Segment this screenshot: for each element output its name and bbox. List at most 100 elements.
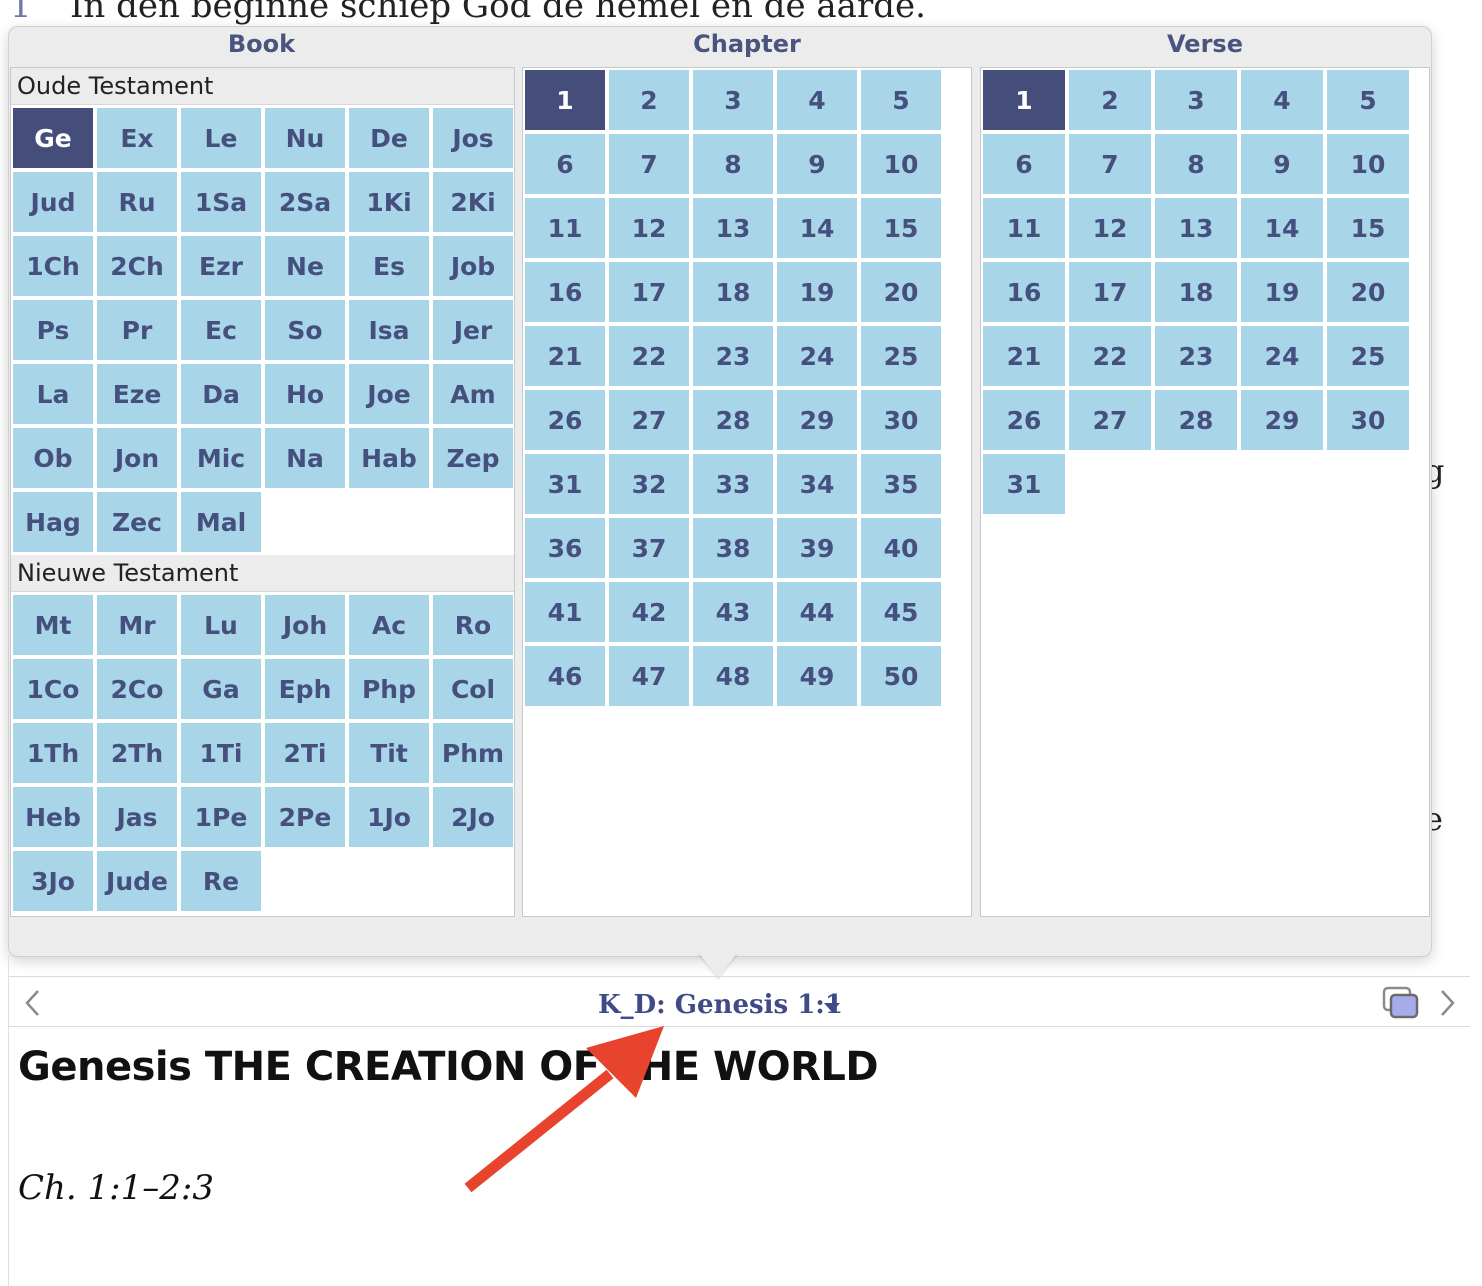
- book-1jo[interactable]: 1Jo: [349, 787, 429, 847]
- book-joh[interactable]: Joh: [265, 595, 345, 655]
- chapter-40[interactable]: 40: [861, 518, 941, 578]
- book-es[interactable]: Es: [349, 236, 429, 296]
- chapter-41[interactable]: 41: [525, 582, 605, 642]
- book-job[interactable]: Job: [433, 236, 513, 296]
- chapter-34[interactable]: 34: [777, 454, 857, 514]
- book-mal[interactable]: Mal: [181, 492, 261, 552]
- chapter-1[interactable]: 1: [525, 70, 605, 130]
- chapter-7[interactable]: 7: [609, 134, 689, 194]
- verse-6[interactable]: 6: [983, 134, 1065, 194]
- book-ps[interactable]: Ps: [13, 300, 93, 360]
- chapter-11[interactable]: 11: [525, 198, 605, 258]
- book-ex[interactable]: Ex: [97, 108, 177, 168]
- book-ge[interactable]: Ge: [13, 108, 93, 168]
- book-col[interactable]: Col: [433, 659, 513, 719]
- book-zec[interactable]: Zec: [97, 492, 177, 552]
- chapter-31[interactable]: 31: [525, 454, 605, 514]
- book-zep[interactable]: Zep: [433, 428, 513, 488]
- book-2co[interactable]: 2Co: [97, 659, 177, 719]
- chapter-37[interactable]: 37: [609, 518, 689, 578]
- chapter-45[interactable]: 45: [861, 582, 941, 642]
- chevron-down-icon[interactable]: [824, 1003, 840, 1012]
- book-le[interactable]: Le: [181, 108, 261, 168]
- verse-16[interactable]: 16: [983, 262, 1065, 322]
- chapter-9[interactable]: 9: [777, 134, 857, 194]
- chapter-21[interactable]: 21: [525, 326, 605, 386]
- book-hab[interactable]: Hab: [349, 428, 429, 488]
- chapter-8[interactable]: 8: [693, 134, 773, 194]
- overlapping-windows-icon[interactable]: [1382, 986, 1420, 1020]
- book-2pe[interactable]: 2Pe: [265, 787, 345, 847]
- chapter-24[interactable]: 24: [777, 326, 857, 386]
- verse-5[interactable]: 5: [1327, 70, 1409, 130]
- verse-18[interactable]: 18: [1155, 262, 1237, 322]
- book-1co[interactable]: 1Co: [13, 659, 93, 719]
- chapter-25[interactable]: 25: [861, 326, 941, 386]
- chapter-23[interactable]: 23: [693, 326, 773, 386]
- chapter-4[interactable]: 4: [777, 70, 857, 130]
- book-3jo[interactable]: 3Jo: [13, 851, 93, 911]
- chevron-right-icon[interactable]: [1436, 988, 1458, 1018]
- chapter-3[interactable]: 3: [693, 70, 773, 130]
- book-2ch[interactable]: 2Ch: [97, 236, 177, 296]
- book-1th[interactable]: 1Th: [13, 723, 93, 783]
- book-php[interactable]: Php: [349, 659, 429, 719]
- book-lu[interactable]: Lu: [181, 595, 261, 655]
- book-1pe[interactable]: 1Pe: [181, 787, 261, 847]
- chapter-26[interactable]: 26: [525, 390, 605, 450]
- book-ne[interactable]: Ne: [265, 236, 345, 296]
- chapter-14[interactable]: 14: [777, 198, 857, 258]
- book-ro[interactable]: Ro: [433, 595, 513, 655]
- book-2jo[interactable]: 2Jo: [433, 787, 513, 847]
- verse-1[interactable]: 1: [983, 70, 1065, 130]
- book-jon[interactable]: Jon: [97, 428, 177, 488]
- book-1sa[interactable]: 1Sa: [181, 172, 261, 232]
- book-ho[interactable]: Ho: [265, 364, 345, 424]
- chapter-2[interactable]: 2: [609, 70, 689, 130]
- verse-30[interactable]: 30: [1327, 390, 1409, 450]
- book-ga[interactable]: Ga: [181, 659, 261, 719]
- verse-21[interactable]: 21: [983, 326, 1065, 386]
- verse-26[interactable]: 26: [983, 390, 1065, 450]
- verse-31[interactable]: 31: [983, 454, 1065, 514]
- book-eze[interactable]: Eze: [97, 364, 177, 424]
- verse-24[interactable]: 24: [1241, 326, 1323, 386]
- book-hag[interactable]: Hag: [13, 492, 93, 552]
- chapter-42[interactable]: 42: [609, 582, 689, 642]
- book-ezr[interactable]: Ezr: [181, 236, 261, 296]
- chapter-29[interactable]: 29: [777, 390, 857, 450]
- chapter-19[interactable]: 19: [777, 262, 857, 322]
- book-2ki[interactable]: 2Ki: [433, 172, 513, 232]
- book-ob[interactable]: Ob: [13, 428, 93, 488]
- book-am[interactable]: Am: [433, 364, 513, 424]
- chapter-44[interactable]: 44: [777, 582, 857, 642]
- chapter-36[interactable]: 36: [525, 518, 605, 578]
- verse-20[interactable]: 20: [1327, 262, 1409, 322]
- verse-10[interactable]: 10: [1327, 134, 1409, 194]
- chapter-43[interactable]: 43: [693, 582, 773, 642]
- verse-8[interactable]: 8: [1155, 134, 1237, 194]
- chapter-18[interactable]: 18: [693, 262, 773, 322]
- verse-4[interactable]: 4: [1241, 70, 1323, 130]
- chevron-left-icon[interactable]: [22, 988, 44, 1018]
- verse-19[interactable]: 19: [1241, 262, 1323, 322]
- chapter-48[interactable]: 48: [693, 646, 773, 706]
- verse-15[interactable]: 15: [1327, 198, 1409, 258]
- chapter-12[interactable]: 12: [609, 198, 689, 258]
- book-2ti[interactable]: 2Ti: [265, 723, 345, 783]
- book-heb[interactable]: Heb: [13, 787, 93, 847]
- chapter-22[interactable]: 22: [609, 326, 689, 386]
- book-1ch[interactable]: 1Ch: [13, 236, 93, 296]
- book-jer[interactable]: Jer: [433, 300, 513, 360]
- book-jude[interactable]: Jude: [97, 851, 177, 911]
- book-pr[interactable]: Pr: [97, 300, 177, 360]
- chapter-38[interactable]: 38: [693, 518, 773, 578]
- book-tit[interactable]: Tit: [349, 723, 429, 783]
- book-jud[interactable]: Jud: [13, 172, 93, 232]
- verse-28[interactable]: 28: [1155, 390, 1237, 450]
- book-nu[interactable]: Nu: [265, 108, 345, 168]
- verse-14[interactable]: 14: [1241, 198, 1323, 258]
- chapter-6[interactable]: 6: [525, 134, 605, 194]
- book-ru[interactable]: Ru: [97, 172, 177, 232]
- book-isa[interactable]: Isa: [349, 300, 429, 360]
